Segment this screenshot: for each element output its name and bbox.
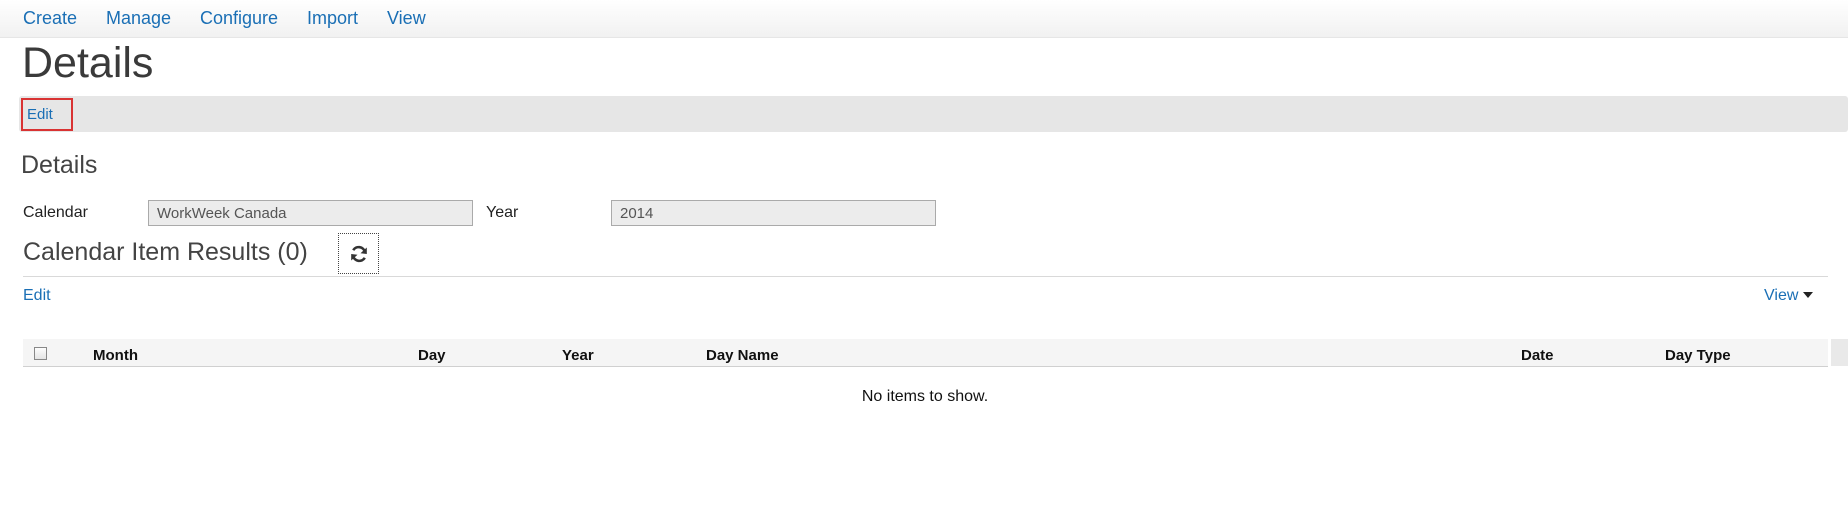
nav-create[interactable]: Create <box>23 8 77 29</box>
chevron-down-icon[interactable] <box>1803 292 1813 298</box>
nav-view[interactable]: View <box>387 8 426 29</box>
results-divider <box>23 276 1828 277</box>
column-header-day[interactable]: Day <box>418 347 446 364</box>
column-header-year[interactable]: Year <box>562 347 594 364</box>
year-field[interactable] <box>611 200 936 226</box>
details-section-title: Details <box>21 151 98 179</box>
refresh-button[interactable] <box>338 233 379 274</box>
empty-results-message: No items to show. <box>861 388 989 405</box>
year-label: Year <box>486 204 519 221</box>
column-header-day-type[interactable]: Day Type <box>1665 347 1731 364</box>
results-edit-link[interactable]: Edit <box>23 287 51 305</box>
column-header-date[interactable]: Date <box>1521 347 1554 364</box>
calendar-field[interactable] <box>148 200 473 226</box>
nav-import[interactable]: Import <box>307 8 358 29</box>
results-grid-header: Month Day Year Day Name Date Day Type <box>23 339 1848 367</box>
results-title: Calendar Item Results (0) <box>23 238 308 266</box>
toolbar-edit-label: Edit <box>27 106 53 123</box>
page-title: Details <box>22 39 154 87</box>
toolbar-edit-button[interactable]: Edit <box>21 98 73 131</box>
top-navigation: Create Manage Configure Import View <box>0 0 1848 38</box>
calendar-label: Calendar <box>23 204 88 221</box>
view-menu-button[interactable]: View <box>1764 287 1798 305</box>
nav-manage[interactable]: Manage <box>106 8 171 29</box>
column-header-day-name[interactable]: Day Name <box>706 347 779 364</box>
column-header-month[interactable]: Month <box>93 347 138 364</box>
refresh-icon <box>350 245 367 262</box>
nav-configure[interactable]: Configure <box>200 8 278 29</box>
action-toolbar: Edit <box>19 96 1848 132</box>
grid-scrollbar[interactable] <box>1831 339 1848 366</box>
select-all-checkbox[interactable] <box>34 347 47 360</box>
